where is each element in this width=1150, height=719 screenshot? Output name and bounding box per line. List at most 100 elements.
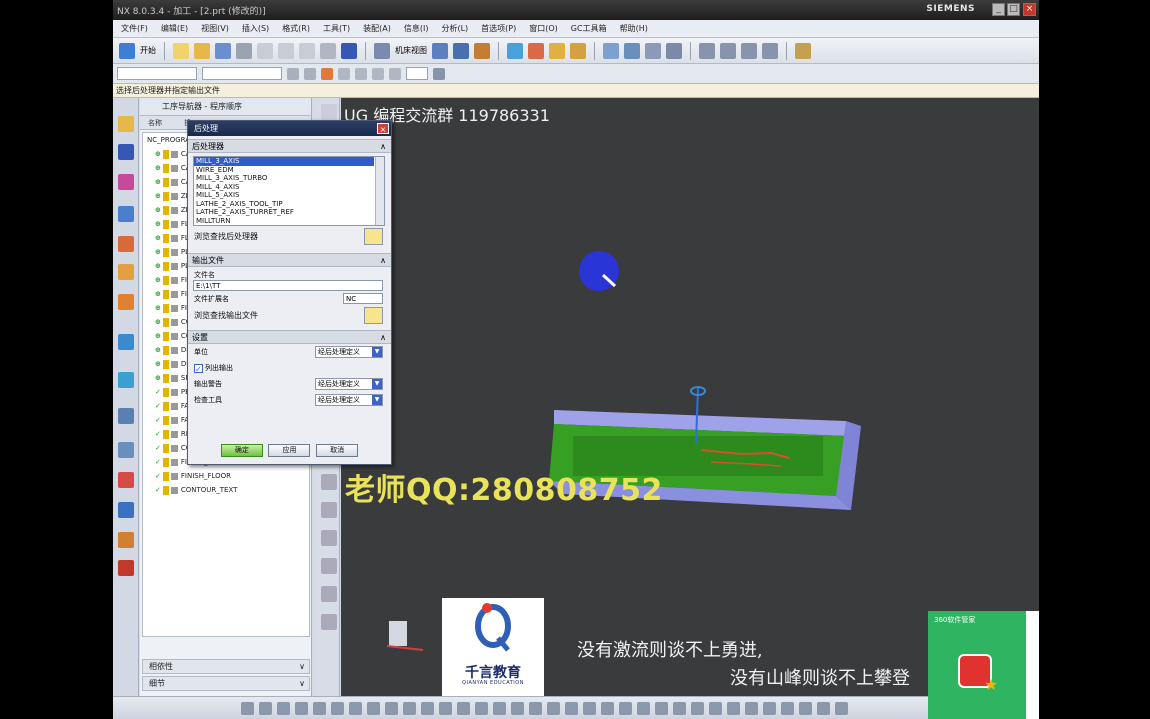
view-tool-icon[interactable] bbox=[367, 701, 380, 715]
view-tool-icon[interactable] bbox=[691, 701, 704, 715]
history-icon[interactable] bbox=[118, 372, 134, 388]
menu-insert[interactable]: 插入(S) bbox=[242, 23, 269, 34]
view-tool-icon[interactable] bbox=[529, 701, 542, 715]
expand-icon[interactable]: ⊕ bbox=[155, 206, 161, 214]
view-tool-icon[interactable] bbox=[241, 701, 254, 715]
palette-icon[interactable] bbox=[118, 532, 134, 548]
control-point-icon[interactable] bbox=[372, 67, 384, 80]
spline-icon[interactable] bbox=[321, 558, 337, 574]
display-object-icon[interactable] bbox=[741, 42, 757, 59]
process-studio-icon[interactable] bbox=[118, 442, 134, 458]
column-name[interactable]: 名称 bbox=[148, 119, 162, 127]
view-tool-icon[interactable] bbox=[295, 701, 308, 715]
machine-view-button[interactable]: 机床视图 bbox=[395, 45, 427, 56]
check-icon[interactable]: ✓ bbox=[155, 486, 161, 494]
line-icon[interactable] bbox=[321, 502, 337, 518]
create-program-icon[interactable] bbox=[603, 42, 619, 59]
view-tool-icon[interactable] bbox=[727, 701, 740, 715]
cancel-button[interactable]: 取消 bbox=[316, 444, 359, 457]
part-navigator-icon[interactable] bbox=[118, 174, 134, 190]
postprocessor-item[interactable]: LATHE_2_AXIS_TOOL_TIP bbox=[194, 200, 374, 209]
view-tool-icon[interactable] bbox=[277, 701, 290, 715]
view-tool-icon[interactable] bbox=[457, 701, 470, 715]
menu-file[interactable]: 文件(F) bbox=[121, 23, 148, 34]
expand-icon[interactable]: ⊕ bbox=[155, 374, 161, 382]
quick-pick-icon[interactable] bbox=[433, 67, 445, 80]
view-tool-icon[interactable] bbox=[673, 701, 686, 715]
new-icon[interactable] bbox=[173, 42, 189, 59]
expand-icon[interactable]: ⊕ bbox=[155, 262, 161, 270]
create-geometry-icon[interactable] bbox=[645, 42, 661, 59]
offset-curve-icon[interactable] bbox=[321, 586, 337, 602]
postprocessor-item[interactable]: WIRE_EDM bbox=[194, 166, 374, 175]
expand-icon[interactable]: ⊕ bbox=[155, 360, 161, 368]
postprocessor-list[interactable]: MILL_3_AXIS WIRE_EDM MILL_3_AXIS_TURBO MILL… bbox=[193, 156, 385, 226]
view-tool-icon[interactable] bbox=[403, 701, 416, 715]
create-method-icon[interactable] bbox=[666, 42, 682, 59]
menu-window[interactable]: 窗口(O) bbox=[529, 23, 558, 34]
end-point-icon[interactable] bbox=[338, 67, 350, 80]
software-manager-popup[interactable]: 360软件管家 ★ bbox=[928, 611, 1026, 719]
extension-input[interactable]: NC bbox=[343, 293, 383, 304]
menu-edit[interactable]: 编辑(E) bbox=[161, 23, 188, 34]
expand-icon[interactable]: ⊕ bbox=[155, 248, 161, 256]
system-materials-icon[interactable] bbox=[118, 408, 134, 424]
system-scenes-icon[interactable] bbox=[118, 502, 134, 518]
view-tool-icon[interactable] bbox=[637, 701, 650, 715]
view-tool-icon[interactable] bbox=[439, 701, 452, 715]
menu-view[interactable]: 视图(V) bbox=[201, 23, 229, 34]
tree-row[interactable]: ✓ CONTOUR_TEXT bbox=[143, 483, 309, 497]
section-output-file[interactable]: 输出文件 ∧ bbox=[188, 253, 391, 267]
expand-icon[interactable]: ⊕ bbox=[155, 318, 161, 326]
details-panel[interactable]: 细节 ∨ bbox=[142, 676, 310, 691]
verify-toolpath-icon[interactable] bbox=[528, 42, 544, 59]
save-icon[interactable] bbox=[215, 42, 231, 59]
create-tool-icon[interactable] bbox=[624, 42, 640, 59]
view-tool-icon[interactable] bbox=[709, 701, 722, 715]
selection-scope-combo[interactable] bbox=[202, 67, 282, 80]
menu-information[interactable]: 信息(I) bbox=[404, 23, 429, 34]
unit-select[interactable]: 经后处理定义 ▼ bbox=[315, 346, 383, 358]
expand-icon[interactable]: ⊕ bbox=[155, 150, 161, 158]
tree-row[interactable]: ✓ FINISH_FLOOR bbox=[143, 469, 309, 483]
view-tool-icon[interactable] bbox=[475, 701, 488, 715]
view-tool-icon[interactable] bbox=[619, 701, 632, 715]
check-icon[interactable]: ✓ bbox=[155, 458, 161, 466]
expand-icon[interactable]: ⊕ bbox=[155, 234, 161, 242]
postprocessor-item[interactable]: LATHE_2_AXIS_TURRET_REF bbox=[194, 208, 374, 217]
filename-input[interactable]: E:\1\TT bbox=[193, 280, 383, 291]
warning-select[interactable]: 经后处理定义 ▼ bbox=[315, 378, 383, 390]
filter-icon[interactable] bbox=[287, 67, 299, 80]
view-tool-icon[interactable] bbox=[493, 701, 506, 715]
cut-icon[interactable] bbox=[257, 42, 273, 59]
view-tool-icon[interactable] bbox=[835, 701, 848, 715]
view-tool-icon[interactable] bbox=[565, 701, 578, 715]
training-icon[interactable] bbox=[118, 560, 134, 576]
machine-navigator-icon[interactable] bbox=[118, 236, 134, 252]
constraint-navigator-icon[interactable] bbox=[118, 144, 134, 160]
view-tool-icon[interactable] bbox=[259, 701, 272, 715]
folder-icon[interactable] bbox=[364, 228, 383, 245]
expand-icon[interactable]: ⊕ bbox=[155, 276, 161, 284]
view-triad-icon[interactable] bbox=[321, 474, 337, 490]
mid-point-icon[interactable] bbox=[355, 67, 367, 80]
section-settings[interactable]: 设置 ∧ bbox=[188, 330, 391, 344]
program-view-icon[interactable] bbox=[432, 42, 448, 59]
view-tool-icon[interactable] bbox=[745, 701, 758, 715]
close-button[interactable]: × bbox=[1023, 3, 1036, 16]
maximize-button[interactable]: □ bbox=[1007, 3, 1020, 16]
shop-doc-icon[interactable] bbox=[570, 42, 586, 59]
check-icon[interactable]: ✓ bbox=[155, 444, 161, 452]
apply-button[interactable]: 应用 bbox=[268, 444, 311, 457]
ok-button[interactable]: 确定 bbox=[220, 444, 263, 457]
snap-point-icon[interactable] bbox=[321, 67, 333, 80]
expand-icon[interactable]: ⊕ bbox=[155, 346, 161, 354]
section-postprocessor[interactable]: 后处理器 ∧ bbox=[188, 139, 391, 153]
check-icon[interactable]: ✓ bbox=[155, 472, 161, 480]
roles-icon[interactable] bbox=[118, 472, 134, 488]
dependencies-panel[interactable]: 相依性 ∨ bbox=[142, 659, 310, 674]
view-tool-icon[interactable] bbox=[781, 701, 794, 715]
intersection-icon[interactable] bbox=[389, 67, 401, 80]
view-tool-icon[interactable] bbox=[349, 701, 362, 715]
expand-icon[interactable]: ⊕ bbox=[155, 178, 161, 186]
